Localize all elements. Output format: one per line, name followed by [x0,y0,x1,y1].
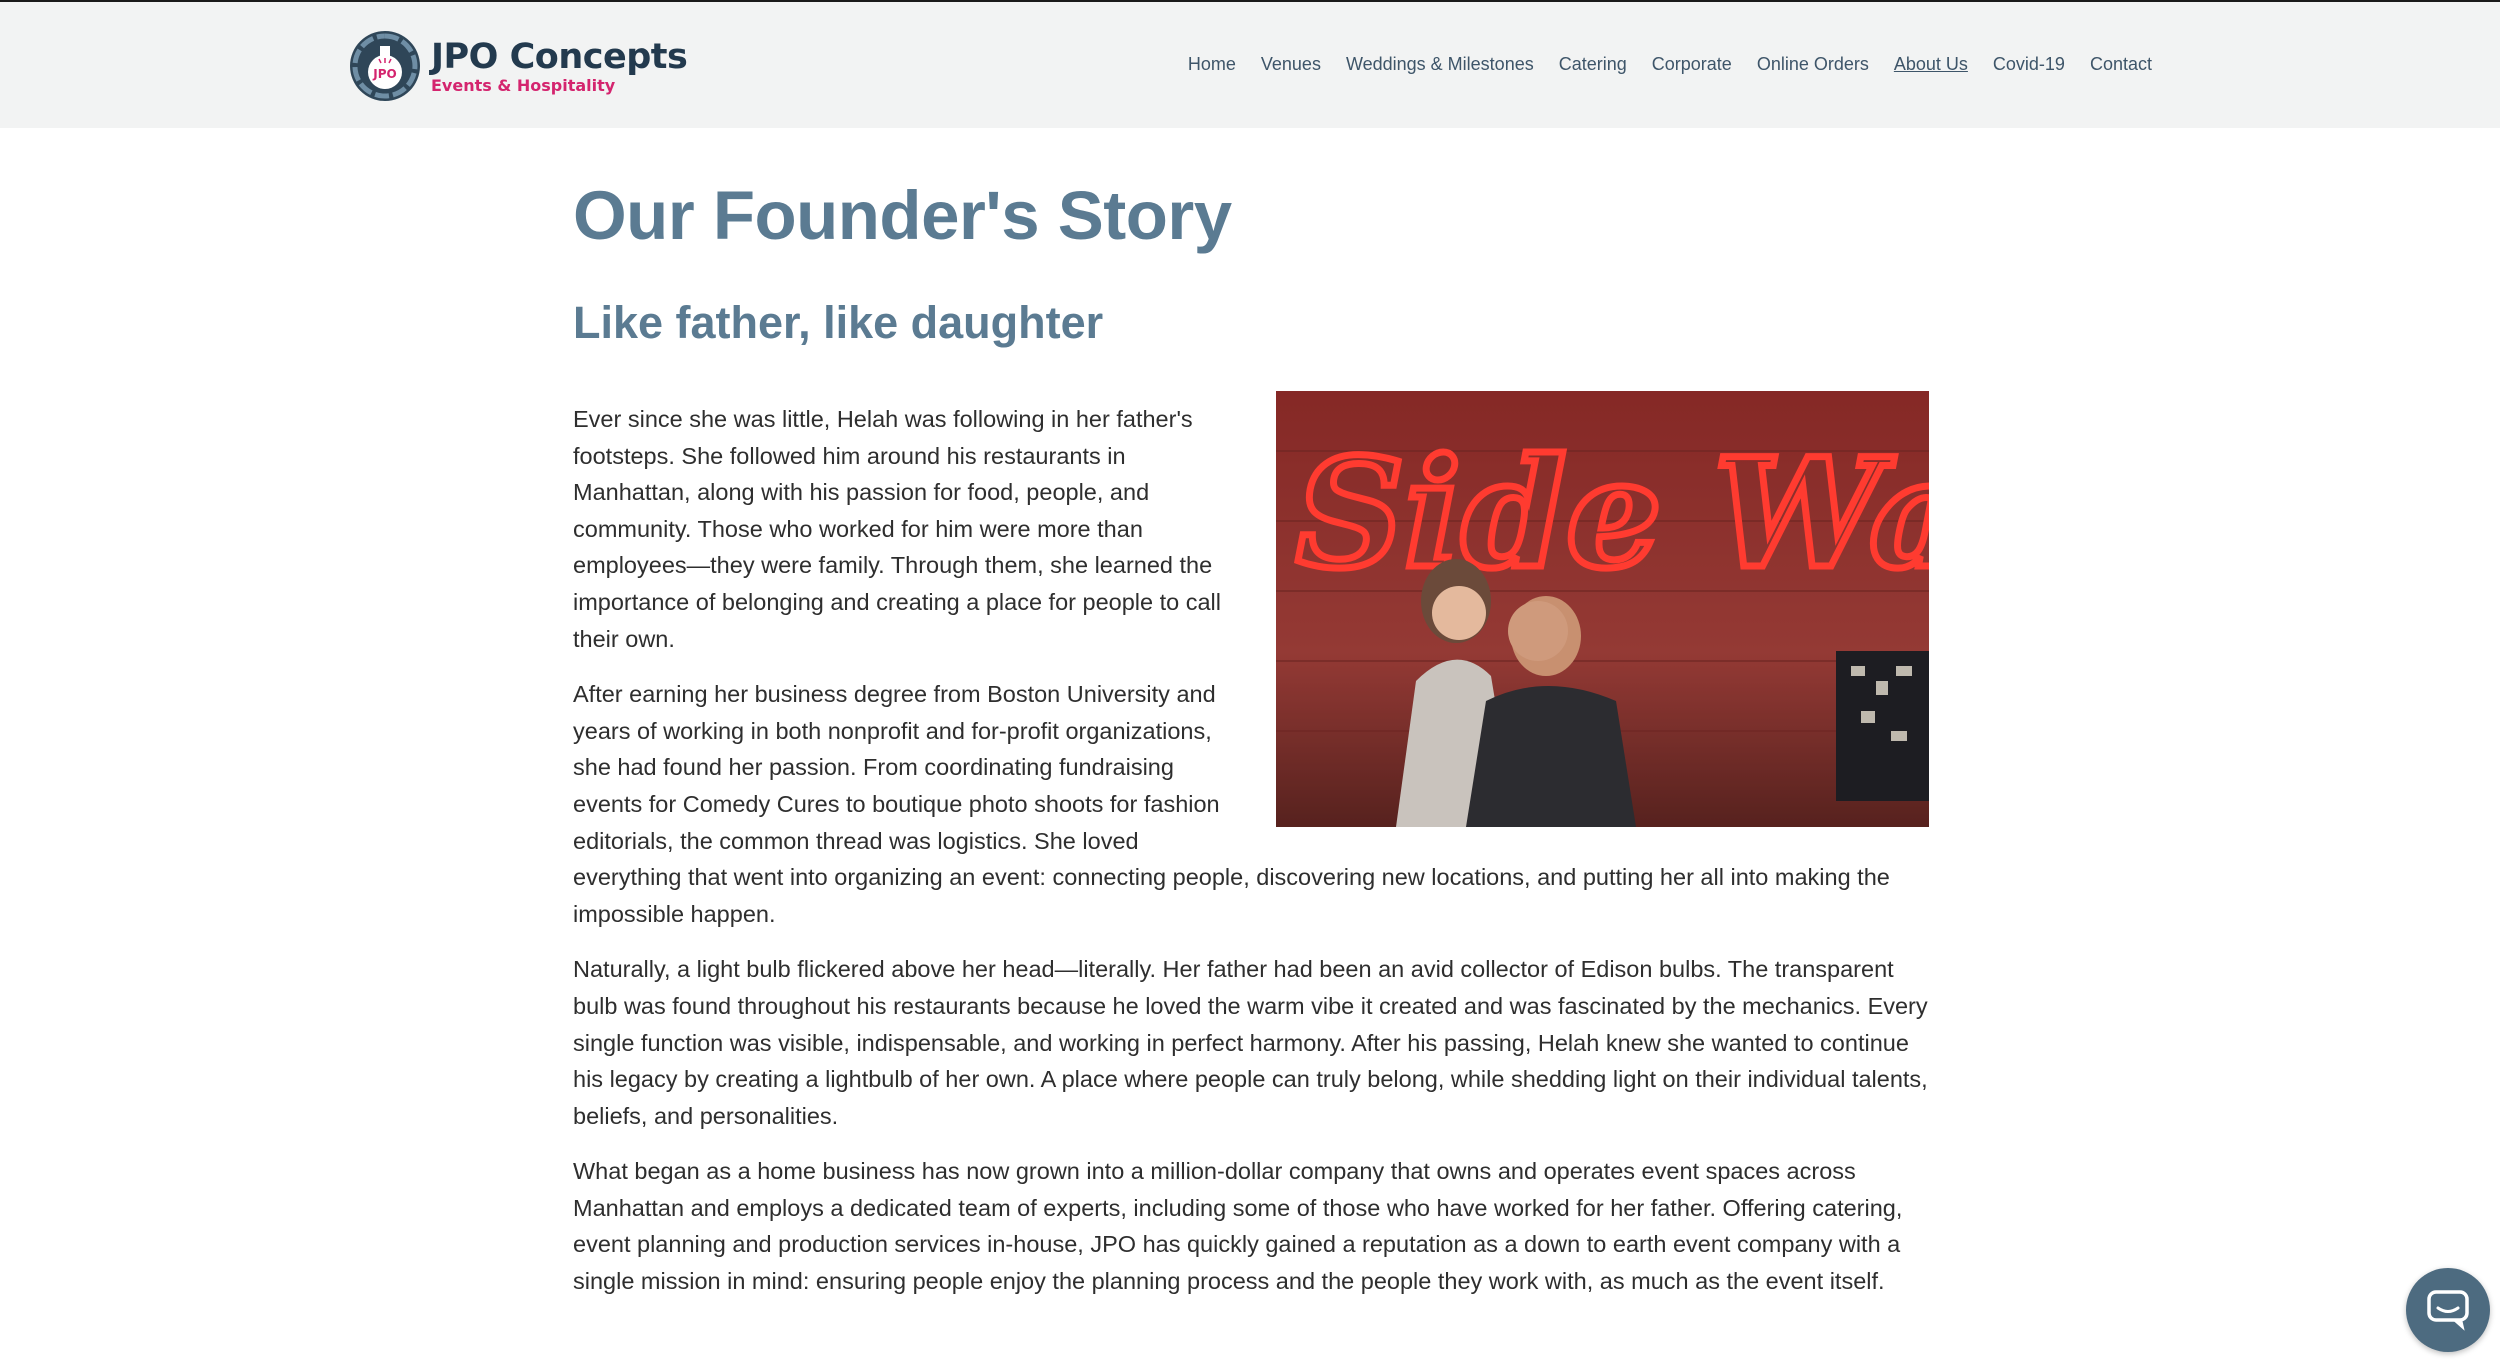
brand-name: JPO Concepts [431,36,688,77]
paragraph: What began as a home business has now gr… [573,1158,1903,1295]
brand-text: JPO Concepts Events & Hospitality [431,36,688,95]
story-body: Side Walk Ever since she was little, He [573,391,1929,1319]
main-nav: Home Venues Weddings & Milestones Cateri… [1163,54,2152,75]
nav-home[interactable]: Home [1188,54,1236,75]
chat-bubble-icon [2427,1290,2469,1331]
brand-tagline: Events & Hospitality [431,75,616,95]
nav-venues[interactable]: Venues [1261,54,1321,75]
nav-online-orders[interactable]: Online Orders [1757,54,1869,75]
nav-contact[interactable]: Contact [2090,54,2152,75]
chat-widget-button[interactable] [2406,1268,2490,1352]
nav-catering[interactable]: Catering [1559,54,1627,75]
section-subtitle: Like father, like daughter [573,297,1104,348]
brand-logo[interactable]: JPO JPO Concepts Events & Hospitality [349,28,688,104]
logo-bulb-icon: JPO [350,31,420,101]
nav-weddings-milestones[interactable]: Weddings & Milestones [1346,54,1534,75]
nav-about-us[interactable]: About Us [1894,54,1968,75]
paragraph: Naturally, a light bulb flickered above … [573,956,1928,1129]
svg-text:JPO: JPO [372,67,396,81]
founder-photo: Side Walk [1276,391,1929,827]
page-title: Our Founder's Story [573,177,1232,254]
nav-covid-19[interactable]: Covid-19 [1993,54,2065,75]
svg-text:Side Walk: Side Walk [1296,426,1929,602]
nav-corporate[interactable]: Corporate [1652,54,1732,75]
site-header: JPO JPO Concepts Events & Hospitality Ho… [0,0,2500,128]
